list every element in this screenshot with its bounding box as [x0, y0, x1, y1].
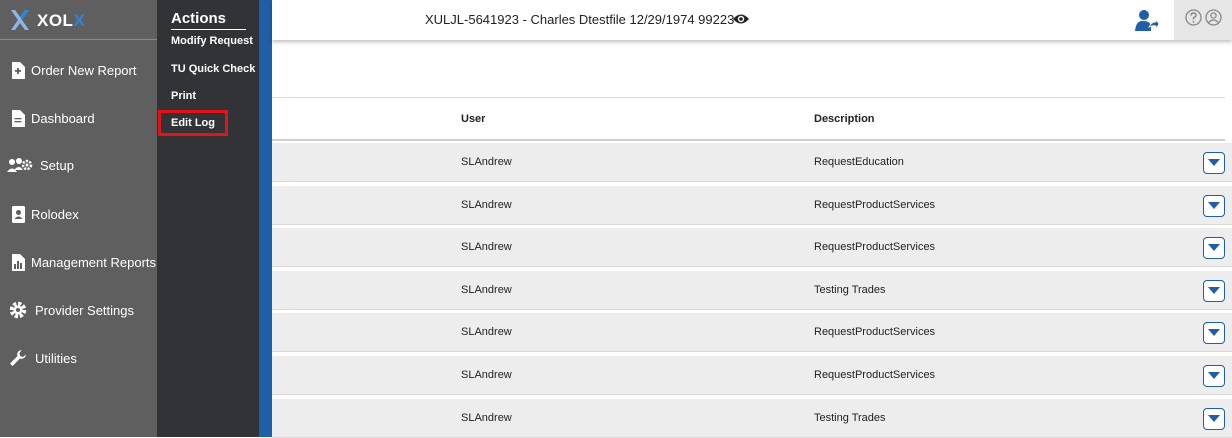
chevron-down-icon: [1208, 372, 1220, 379]
table-row: SLAndrew Testing Trades: [272, 399, 1232, 438]
table-row: SLAndrew RequestProductServices: [272, 356, 1232, 395]
sidebar-item-management-reports[interactable]: Management Reports: [0, 247, 157, 277]
cell-description: RequestProductServices: [814, 326, 936, 338]
row-expand-button[interactable]: [1203, 237, 1225, 259]
row-expand-button[interactable]: [1203, 152, 1225, 174]
document-icon: [8, 108, 28, 128]
brand-name: XOLX: [37, 11, 86, 30]
column-header-user[interactable]: User: [461, 113, 485, 125]
cell-user: SLAndrew: [461, 412, 512, 424]
cell-description: RequestProductServices: [814, 199, 936, 211]
sidebar-item-setup[interactable]: Setup: [0, 150, 157, 180]
sidebar-item-label: Rolodex: [31, 207, 79, 222]
sidebar-item-utilities[interactable]: Utilities: [0, 343, 157, 373]
top-bar: XULJL-5641923 - Charles Dtestfile 12/29/…: [272, 0, 1232, 40]
sidebar-item-label: Utilities: [35, 351, 77, 366]
cell-description: RequestProductServices: [814, 369, 936, 381]
sidebar-item-label: Management Reports: [31, 255, 157, 270]
table-row: SLAndrew Testing Trades: [272, 271, 1232, 310]
sidebar-item-label: Order New Report: [31, 63, 137, 78]
table-row: SLAndrew RequestProductServices: [272, 186, 1232, 225]
action-modify-request[interactable]: Modify Request: [171, 35, 253, 47]
row-expand-button[interactable]: [1203, 322, 1225, 344]
actions-divider: [171, 29, 246, 30]
cell-user: SLAndrew: [461, 241, 512, 253]
actions-panel: Actions Modify Request TU Quick Check Pr…: [157, 0, 259, 437]
table-row: SLAndrew RequestProductServices: [272, 313, 1232, 352]
sidebar-item-label: Dashboard: [31, 111, 95, 126]
action-edit-log[interactable]: Edit Log: [158, 110, 228, 136]
chevron-down-icon: [1208, 244, 1220, 251]
cell-user: SLAndrew: [461, 284, 512, 296]
profile-icon[interactable]: [1205, 9, 1222, 26]
eye-icon[interactable]: [733, 12, 749, 26]
chevron-down-icon: [1208, 287, 1220, 294]
row-expand-button[interactable]: [1203, 408, 1225, 430]
sidebar-item-dashboard[interactable]: Dashboard: [0, 103, 157, 133]
row-expand-button[interactable]: [1203, 280, 1225, 302]
chevron-down-icon: [1208, 202, 1220, 209]
table-row: SLAndrew RequestEducation: [272, 143, 1232, 182]
cell-user: SLAndrew: [461, 199, 512, 211]
document-plus-icon: [8, 60, 28, 80]
panel-edge-bar: [259, 0, 272, 437]
cell-description: Testing Trades: [814, 284, 886, 296]
wrench-icon: [8, 348, 28, 368]
cell-description: Testing Trades: [814, 412, 886, 424]
address-book-icon: [8, 204, 28, 224]
actions-title: Actions: [171, 10, 227, 27]
cell-user: SLAndrew: [461, 369, 512, 381]
column-header-description[interactable]: Description: [814, 113, 875, 125]
row-expand-button[interactable]: [1203, 365, 1225, 387]
report-chart-icon: [8, 252, 28, 272]
row-expand-button[interactable]: [1203, 195, 1225, 217]
cell-user: SLAndrew: [461, 156, 512, 168]
chevron-down-icon: [1208, 415, 1220, 422]
action-print[interactable]: Print: [171, 90, 196, 102]
sidebar-item-label: Provider Settings: [35, 303, 134, 318]
cell-description: RequestProductServices: [814, 241, 936, 253]
cell-description: RequestEducation: [814, 156, 904, 168]
help-profile-area: [1174, 0, 1232, 40]
users-gear-icon: [6, 155, 34, 175]
table-row: SLAndrew RequestProductServices: [272, 228, 1232, 267]
help-icon[interactable]: [1185, 9, 1202, 26]
table-header: User Description: [272, 97, 1225, 141]
user-share-icon[interactable]: [1135, 8, 1159, 32]
sidebar-item-provider-settings[interactable]: Provider Settings: [0, 295, 157, 325]
xolx-logo-icon: [11, 10, 29, 30]
cell-user: SLAndrew: [461, 326, 512, 338]
action-tu-quick-check[interactable]: TU Quick Check: [171, 63, 255, 75]
chevron-down-icon: [1208, 159, 1220, 166]
gear-icon: [8, 300, 28, 320]
brand-header[interactable]: XOLX: [0, 0, 157, 40]
sidebar-item-order-new-report[interactable]: Order New Report: [0, 55, 157, 85]
sidebar-item-rolodex[interactable]: Rolodex: [0, 199, 157, 229]
chevron-down-icon: [1208, 329, 1220, 336]
record-title: XULJL-5641923 - Charles Dtestfile 12/29/…: [425, 12, 735, 27]
main-sidebar: XOLX Order New Report Dashboard Setup Ro…: [0, 0, 157, 437]
sidebar-item-label: Setup: [40, 158, 74, 173]
